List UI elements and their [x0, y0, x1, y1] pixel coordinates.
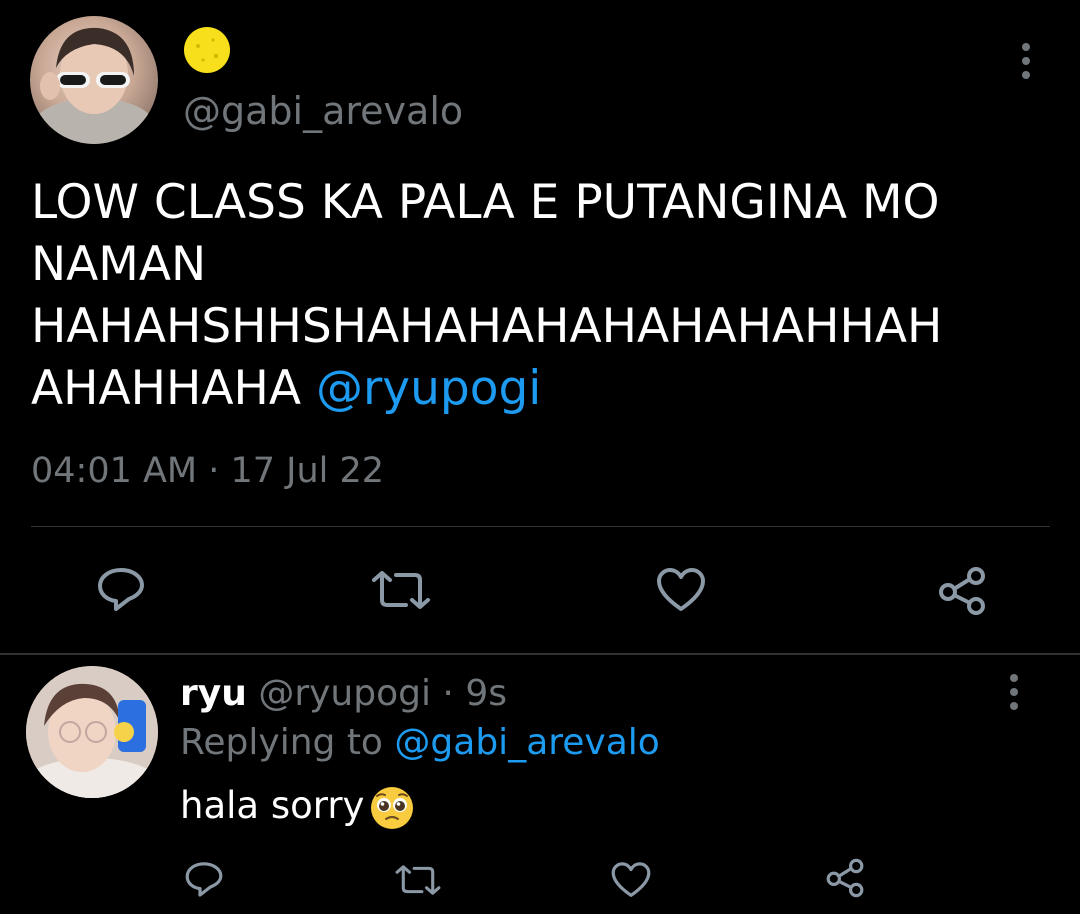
- reply-author-name[interactable]: ryu: [180, 673, 247, 714]
- replying-to-label: Replying to: [180, 722, 383, 763]
- tweet-timestamp[interactable]: 04:01 AM · 17 Jul 22: [31, 454, 384, 489]
- avatar[interactable]: [26, 666, 158, 798]
- tweet-text-line: HAHAHSHHSHAHAHAHAHAHAHAHHAH: [31, 299, 943, 354]
- reply-icon[interactable]: [96, 566, 146, 612]
- author-handle[interactable]: @gabi_arevalo: [183, 92, 463, 130]
- more-options-icon[interactable]: [1016, 42, 1036, 80]
- more-options-icon[interactable]: [1004, 673, 1024, 711]
- reply-text-content: hala sorry: [180, 784, 365, 827]
- retweet-icon[interactable]: [394, 864, 442, 896]
- tweet-text: LOW CLASS KA PALA E PUTANGINA MO NAMAN HAH…: [31, 172, 1051, 420]
- mention-link[interactable]: @ryupogi: [316, 361, 541, 416]
- reply-text: hala sorry: [180, 783, 414, 830]
- reply-header: ryu @ryupogi · 9s: [180, 672, 507, 716]
- pleading-face-emoji: [370, 786, 414, 830]
- yellow-circle-emoji: [183, 26, 231, 74]
- retweet-icon[interactable]: [370, 570, 432, 610]
- divider: [0, 653, 1080, 655]
- reply-icon[interactable]: [184, 860, 224, 898]
- like-icon[interactable]: [655, 567, 707, 613]
- replying-to: Replying to @gabi_arevalo: [180, 721, 660, 765]
- avatar[interactable]: [30, 16, 158, 144]
- tweet-text-line: AHAHHAHA: [31, 361, 301, 416]
- reply-time[interactable]: 9s: [465, 673, 507, 714]
- like-icon[interactable]: [610, 861, 652, 899]
- tweet-thread: @gabi_arevalo LOW CLASS KA PALA E PUTANG…: [0, 0, 1080, 914]
- share-icon[interactable]: [936, 566, 988, 616]
- tweet-text-line: LOW CLASS KA PALA E PUTANGINA MO: [31, 175, 940, 230]
- separator: ·: [430, 673, 466, 714]
- reply-author-handle[interactable]: @ryupogi: [258, 673, 431, 714]
- divider: [31, 526, 1050, 527]
- tweet-text-line: NAMAN: [31, 237, 207, 292]
- share-icon[interactable]: [824, 858, 866, 898]
- replying-to-handle[interactable]: @gabi_arevalo: [394, 722, 659, 763]
